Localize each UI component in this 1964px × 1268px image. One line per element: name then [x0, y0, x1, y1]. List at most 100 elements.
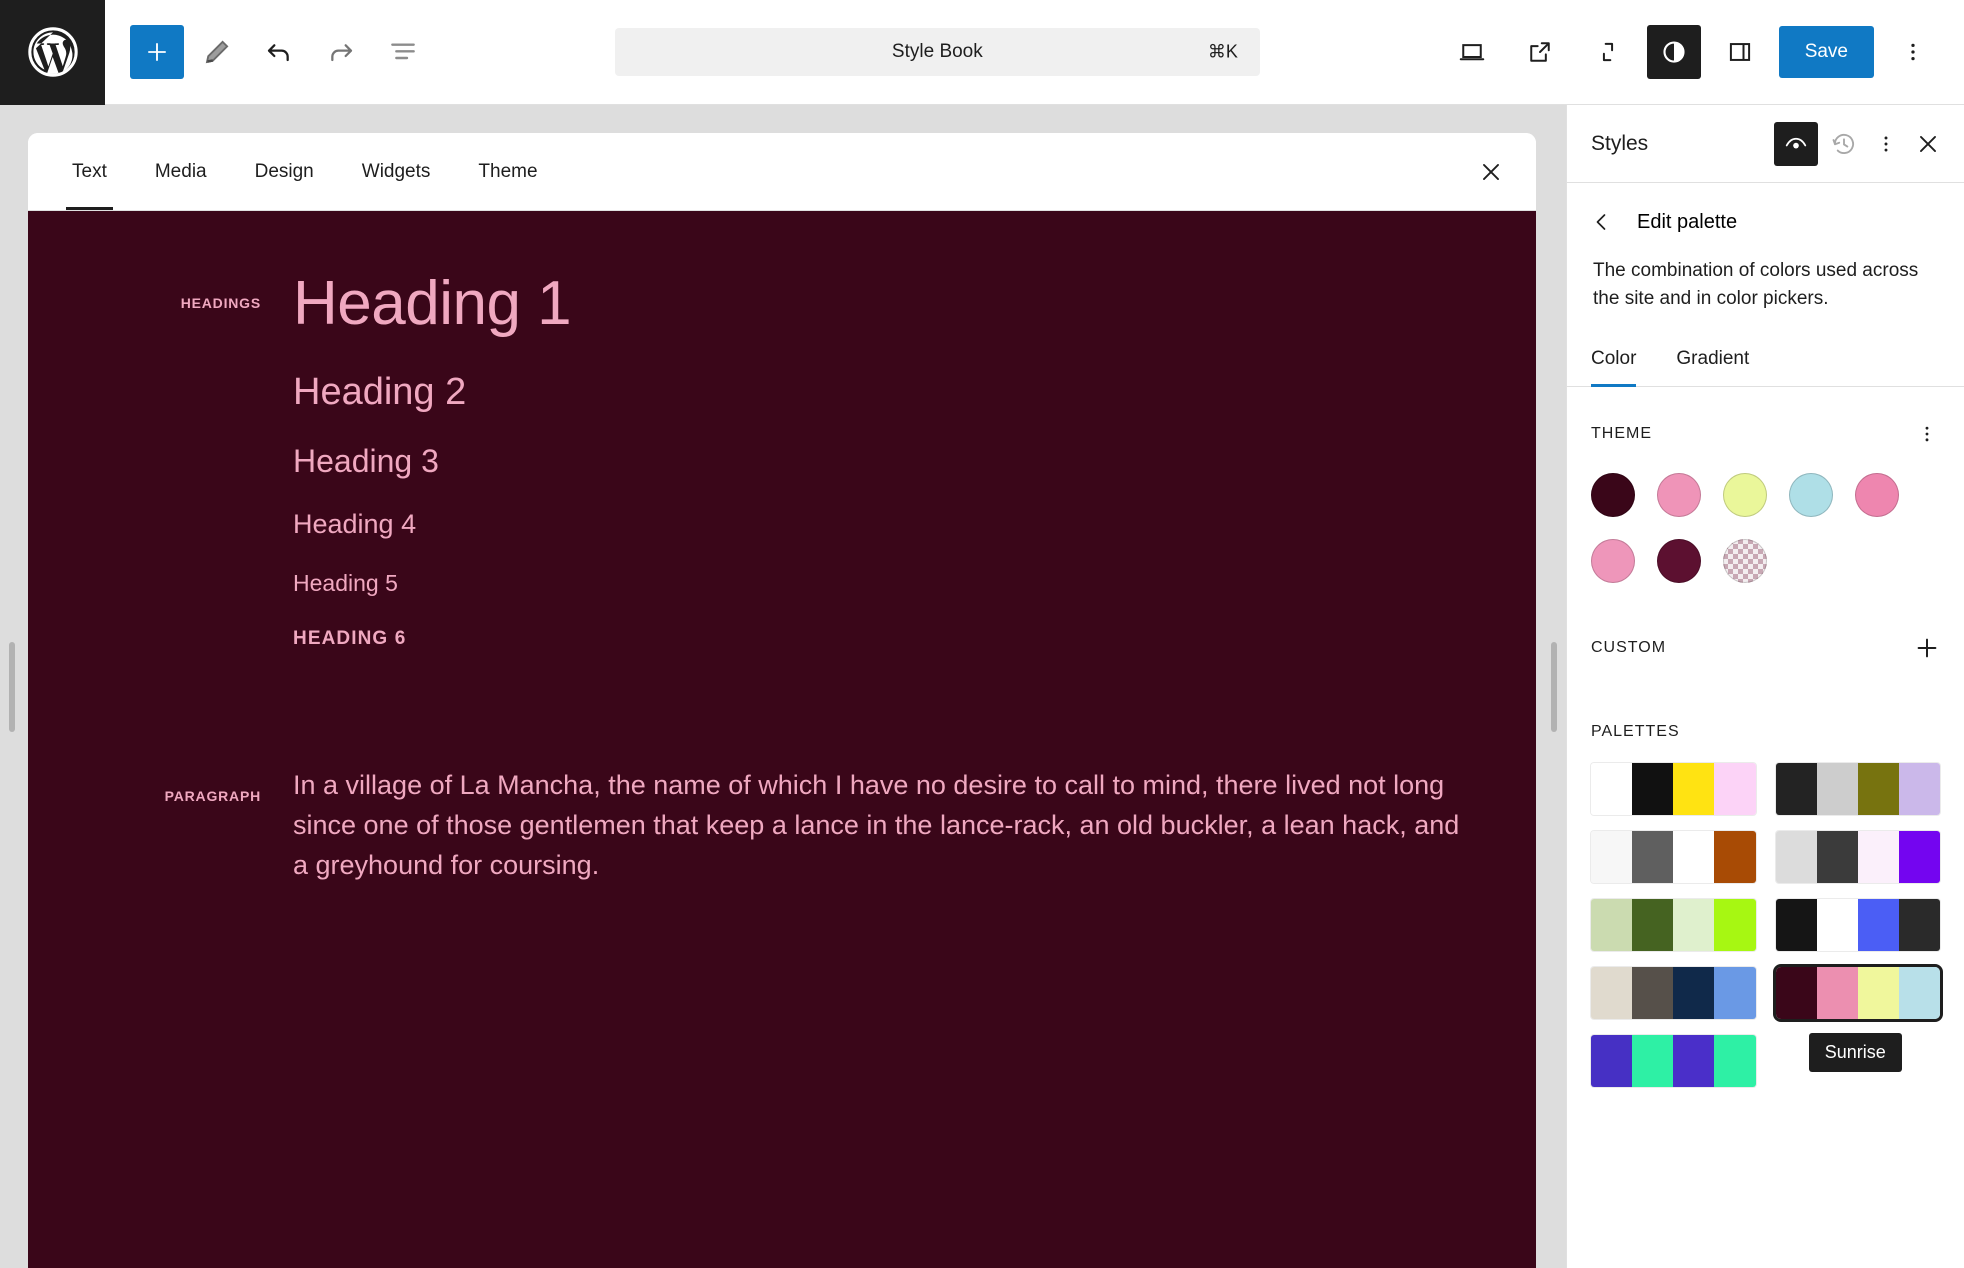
- theme-color-accent-3[interactable]: [1855, 473, 1899, 518]
- style-book-tab-media[interactable]: Media: [131, 133, 231, 210]
- toolbar-center-group: Style Book ⌘K: [432, 28, 1443, 76]
- palettes-section-title: PALETTES: [1591, 723, 1680, 741]
- palette-swatch: [1898, 831, 1940, 884]
- style-book-section-headings: HEADINGS Heading 1 Heading 2 Heading 3 H…: [28, 269, 1536, 649]
- palette-swatch: [1816, 967, 1858, 1020]
- palette-7[interactable]: [1591, 967, 1756, 1020]
- theme-color-accent-2[interactable]: [1789, 473, 1833, 518]
- close-icon: [1915, 131, 1941, 157]
- palette-swatch: [1591, 763, 1633, 816]
- settings-sidebar-button[interactable]: [1711, 23, 1769, 81]
- palette-6[interactable]: [1775, 899, 1940, 952]
- canvas-resize-handle-left[interactable]: [9, 641, 15, 732]
- expand-icon: [1594, 38, 1622, 66]
- preview-heading-3: Heading 3: [293, 443, 439, 479]
- add-custom-color-button[interactable]: [1908, 629, 1946, 667]
- style-book-content: HEADINGS Heading 1 Heading 2 Heading 3 H…: [28, 211, 1536, 1268]
- style-book-toggle-button[interactable]: [1774, 121, 1818, 166]
- palette-5[interactable]: [1591, 899, 1756, 952]
- wordpress-logo-icon[interactable]: [0, 0, 105, 105]
- tab-color[interactable]: Color: [1591, 342, 1658, 388]
- style-book-tab-text[interactable]: Text: [48, 133, 131, 210]
- palette-2[interactable]: [1775, 763, 1940, 816]
- paragraph-preview: In a village of La Mancha, the name of w…: [293, 766, 1536, 886]
- theme-color-accent-5[interactable]: [1657, 539, 1701, 584]
- edit-palette-nav: Edit palette: [1567, 183, 1964, 247]
- tab-gradient[interactable]: Gradient: [1676, 342, 1771, 386]
- editor-toolbar: Style Book ⌘K Save: [0, 0, 1964, 105]
- plus-icon: [143, 38, 171, 66]
- palette-swatch: [1714, 763, 1756, 816]
- theme-color-accent-4[interactable]: [1591, 539, 1635, 584]
- canvas-resize-handle-right[interactable]: [1551, 641, 1557, 732]
- zoom-out-button[interactable]: [1579, 23, 1637, 81]
- back-button[interactable]: [1583, 203, 1621, 241]
- palette-swatch: [1632, 899, 1674, 952]
- close-icon: [1478, 159, 1504, 185]
- eye-icon: [1783, 131, 1809, 157]
- palette-swatch: [1673, 899, 1715, 952]
- palette-swatch: [1632, 831, 1674, 884]
- palette-1[interactable]: [1591, 763, 1756, 816]
- view-device-button[interactable]: [1443, 23, 1501, 81]
- palette-swatch: [1898, 899, 1940, 952]
- theme-color-base[interactable]: [1591, 473, 1635, 518]
- toolbar-left-group: [105, 23, 432, 81]
- style-book-tab-widgets[interactable]: Widgets: [338, 133, 455, 210]
- palette-swatch: [1632, 1035, 1674, 1088]
- style-book-tab-theme[interactable]: Theme: [454, 133, 561, 210]
- theme-color-transparent[interactable]: [1723, 539, 1767, 584]
- editor-more-menu-button[interactable]: [1884, 23, 1942, 81]
- block-inserter-button[interactable]: [130, 25, 184, 79]
- palette-grid: [1567, 753, 1964, 1117]
- chevron-left-icon: [1590, 210, 1614, 234]
- palette-swatch: [1857, 967, 1899, 1020]
- palette-3[interactable]: [1591, 831, 1756, 884]
- view-site-button[interactable]: [1511, 23, 1569, 81]
- toolbar-right-group: Save: [1443, 23, 1964, 81]
- revisions-button[interactable]: [1820, 120, 1868, 168]
- palette-sunrise[interactable]: [1775, 967, 1940, 1020]
- palette-swatch: [1591, 899, 1633, 952]
- theme-color-accent-1[interactable]: [1723, 473, 1767, 518]
- custom-section-header: CUSTOM: [1567, 583, 1964, 679]
- palette-swatch: [1816, 899, 1858, 952]
- preview-heading-4: Heading 4: [293, 509, 417, 539]
- theme-color-swatches: [1567, 465, 1964, 584]
- palette-swatch: [1673, 967, 1715, 1020]
- undo-icon: [263, 36, 295, 68]
- kebab-vertical-icon: [1917, 422, 1937, 446]
- document-overview-button[interactable]: [374, 23, 432, 81]
- undo-button[interactable]: [250, 23, 308, 81]
- palette-swatch: [1857, 763, 1899, 816]
- headings-preview: Heading 1 Heading 2 Heading 3 Heading 4 …: [293, 269, 1536, 649]
- save-button[interactable]: Save: [1778, 26, 1874, 78]
- style-book-frame: Text Media Design Widgets Theme HEADINGS…: [28, 133, 1536, 1268]
- palette-4[interactable]: [1775, 831, 1940, 884]
- palette-swatch: [1714, 831, 1756, 884]
- palette-swatch: [1775, 967, 1817, 1020]
- command-center-button[interactable]: Style Book ⌘K: [614, 28, 1260, 76]
- external-link-icon: [1526, 38, 1554, 66]
- preview-heading-1: Heading 1: [293, 269, 572, 338]
- style-book-tab-design[interactable]: Design: [231, 133, 338, 210]
- tools-button[interactable]: [188, 23, 246, 81]
- command-center-title: Style Book: [891, 41, 983, 62]
- section-label-headings: HEADINGS: [180, 295, 261, 311]
- palette-swatch: [1673, 831, 1715, 884]
- theme-section-menu-button[interactable]: [1908, 415, 1946, 453]
- styles-button[interactable]: [1646, 25, 1701, 79]
- theme-color-contrast[interactable]: [1657, 473, 1701, 518]
- close-styles-button[interactable]: [1904, 120, 1952, 168]
- palette-swatch: [1591, 831, 1633, 884]
- palette-type-tablist: Color Gradient: [1567, 312, 1964, 388]
- section-label-paragraph: PARAGRAPH: [164, 788, 261, 804]
- redo-button[interactable]: [312, 23, 370, 81]
- style-book-close-button[interactable]: [1464, 145, 1518, 199]
- palette-8[interactable]: [1591, 1035, 1756, 1088]
- palette-swatch: [1775, 899, 1817, 952]
- editor-root: Style Book ⌘K Save Text Media Design Wid…: [0, 0, 1964, 1268]
- palette-swatch: [1591, 1035, 1633, 1088]
- styles-more-menu-button[interactable]: [1870, 120, 1902, 168]
- edit-palette-title: Edit palette: [1637, 210, 1738, 233]
